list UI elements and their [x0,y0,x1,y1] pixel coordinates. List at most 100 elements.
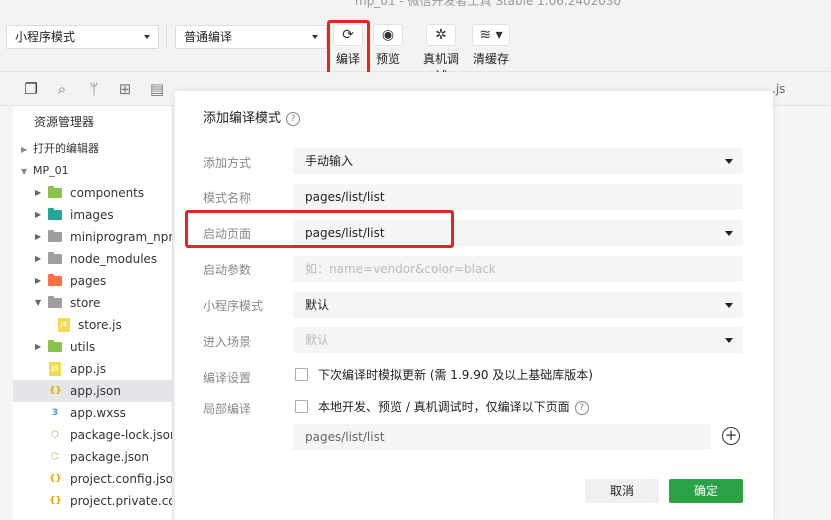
chevron-down-icon[interactable]: ▼ [35,292,41,314]
simulate-update-checkbox[interactable] [295,368,308,381]
start-params-input[interactable]: 如：name=vendor&color=black [293,256,743,282]
help-icon[interactable]: ? [574,400,589,415]
preview-button-label: 预览 [375,52,400,66]
add-page-button[interactable]: + [722,427,740,445]
partial-page-input[interactable]: pages/list/list [293,424,711,450]
chevron-right-icon[interactable]: ▶ [35,270,41,292]
explorer-title: 资源管理器 [34,115,95,129]
compile-button-label: 编译 [335,52,360,66]
file-tree: ▶ components ▶ images ▶ miniprogram_npm ▶ node_… [13,182,172,512]
tree-item-label: app.json [70,384,121,398]
chevron-right-icon[interactable]: ▶ [35,182,41,204]
preview-button[interactable]: ◉ 预览 [367,24,409,67]
tree-item-label: package-lock.json [70,428,173,442]
tree-item-project-private-config-json[interactable]: {} project.private.config.json [13,490,172,512]
files-icon[interactable]: ❐ [22,80,40,98]
dialog-title-text: 添加编译模式 [203,111,282,126]
tree-item-label: project.config.json [70,472,173,486]
chevron-right-icon[interactable]: ▶ [35,336,41,358]
compile-button[interactable]: ⟳ 编译 [327,24,369,67]
open-editors-section[interactable]: ▶ 打开的编辑器 [13,138,172,160]
js-file-icon: JS [58,318,70,332]
tree-item-images[interactable]: ▶ images [13,204,172,226]
clear-cache-button[interactable]: ≋ ▾ 清缓存 [470,24,512,67]
tree-item-label: project.private.config.json [70,494,172,508]
scene-select[interactable]: 默认 [293,327,743,353]
tree-item-label: package.json [70,450,150,464]
tree-item-store-js[interactable]: JS store.js [13,314,172,336]
compile-select[interactable]: 普通编译 [175,25,327,49]
tree-item-app-wxss[interactable]: 3 app.wxss [13,402,172,424]
folder-icon [48,296,62,308]
tree-item-label: app.js [70,362,106,376]
tree-item-pages[interactable]: ▶ pages [13,270,172,292]
eye-icon: ◉ [373,24,403,46]
add-method-label: 添加方式 [203,156,252,170]
chevron-right-icon[interactable]: ▶ [35,204,41,226]
window-title: mp_01 - 微信开发者工具 Stable 1.06.2402030 [355,0,622,8]
layers-icon: ≋ ▾ [472,24,510,46]
scene-placeholder: 默认 [305,333,330,347]
tree-item-label: images [70,208,114,222]
js-file-icon: JS [49,362,61,376]
toolbar: mp_01 - 微信开发者工具 Stable 1.06.2402030 小程序模… [0,0,831,83]
tree-item-label: store.js [78,318,122,332]
outline-icon[interactable]: ▤ [148,80,166,98]
folder-icon [48,230,62,242]
mode-name-input[interactable]: pages/list/list [293,184,743,210]
mini-mode-select[interactable]: 默认 [293,292,743,318]
tree-item-project-config-json[interactable]: {} project.config.json [13,468,172,490]
wxss-file-icon: 3 [51,408,59,418]
tree-item-label: app.wxss [70,406,126,420]
partial-compile-text: 本地开发、预览 / 真机调试时，仅编译以下页面? [318,398,589,415]
mini-mode-value: 默认 [305,298,330,312]
partial-compile-checkbox[interactable] [295,400,308,413]
add-compile-mode-dialog: 添加编译模式? 添加方式 手动输入 模式名称 pages/list/list 启… [175,91,773,520]
project-label: MP_01 [33,164,69,177]
chevron-down-icon [725,338,733,343]
simulate-update-label: 下次编译时模拟更新 (需 1.9.90 及以上基础库版本) [318,368,593,382]
folder-icon [48,186,62,198]
editor-tab-fragment[interactable]: .js [772,82,785,96]
source-control-icon[interactable]: ᛘ [85,80,103,98]
project-section[interactable]: ▼ MP_01 [13,160,172,182]
chevron-right-icon[interactable]: ▶ [35,226,41,248]
confirm-button[interactable]: 确定 [669,479,743,503]
pkg-file-icon: ⬡ [51,452,59,462]
refresh-icon: ⟳ [333,24,363,46]
cancel-button[interactable]: 取消 [585,479,659,503]
tree-item-label: pages [70,274,107,288]
scene-label: 进入场景 [203,335,252,349]
add-method-value: 手动输入 [305,154,354,168]
start-page-select[interactable]: pages/list/list [293,220,743,246]
add-method-select[interactable]: 手动输入 [293,148,743,174]
tree-item-package-lock-json[interactable]: ⬡ package-lock.json [13,424,172,446]
mode-select[interactable]: 小程序模式 [6,25,159,49]
help-icon[interactable]: ? [286,111,301,126]
chevron-right-icon[interactable]: ▶ [35,248,41,270]
tree-item-label: store [70,296,101,310]
tree-item-utils[interactable]: ▶ utils [13,336,172,358]
tree-item-components[interactable]: ▶ components [13,182,172,204]
folder-icon [48,252,62,264]
tree-item-package-json[interactable]: ⬡ package.json [13,446,172,468]
folder-icon [48,208,62,220]
folder-icon [48,274,62,286]
toolbar-divider [166,25,167,49]
tree-item-app-json[interactable]: {} app.json [13,380,172,402]
start-params-label: 启动参数 [203,263,252,277]
mini-mode-label: 小程序模式 [203,299,264,313]
tree-item-app-js[interactable]: JS app.js [13,358,172,380]
tree-item-node-modules[interactable]: ▶ node_modules [13,248,172,270]
extensions-icon[interactable]: ⊞ [116,80,134,98]
tree-item-label: components [70,186,145,200]
tree-item-store[interactable]: ▼ store [13,292,172,314]
clear-cache-label: 清缓存 [472,52,509,66]
start-page-label: 启动页面 [203,227,252,241]
chevron-down-icon: ▼ [21,167,28,176]
json-file-icon: {} [49,474,62,484]
tree-item-miniprogram-npm[interactable]: ▶ miniprogram_npm [13,226,172,248]
search-icon[interactable]: ⌕ [53,80,71,98]
mode-name-value: pages/list/list [305,190,385,204]
start-params-placeholder: 如：name=vendor&color=black [305,262,496,276]
